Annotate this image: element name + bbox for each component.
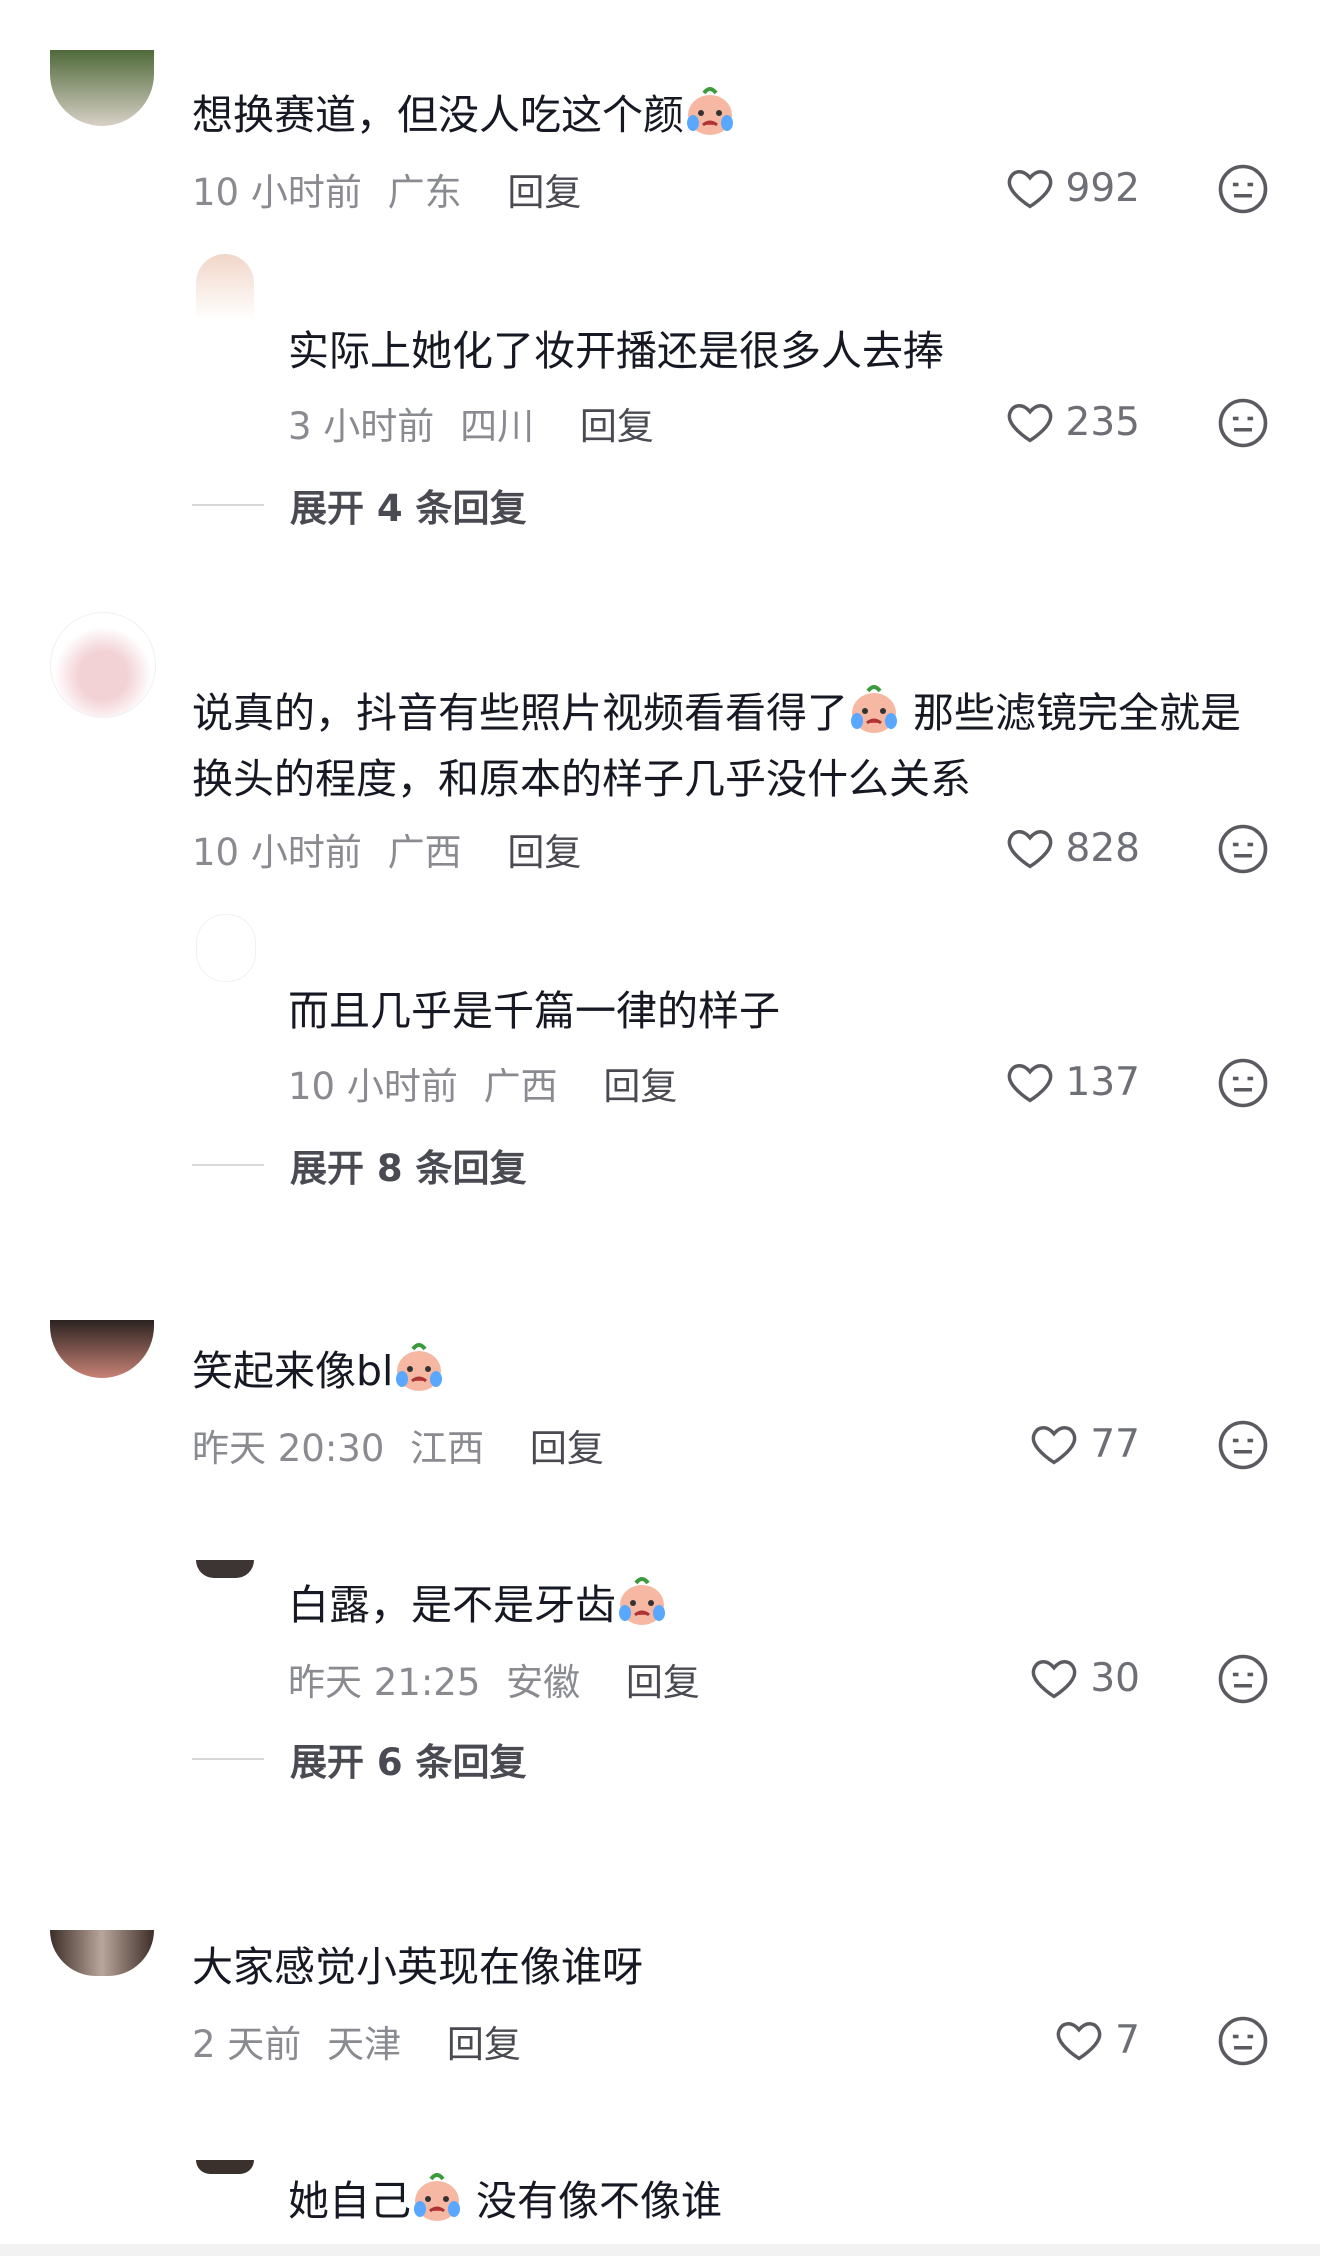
like-count: 992 bbox=[1065, 165, 1140, 211]
region: 四川 bbox=[460, 405, 535, 448]
comment-text: 而且几乎是千篇一律的样子 bbox=[288, 987, 780, 1035]
expand-label: 展开 4 条回复 bbox=[290, 487, 527, 530]
expand-replies-button[interactable]: 展开 6 条回复 bbox=[192, 1732, 527, 1786]
comment-meta: 10 小时前 广东 回复 bbox=[192, 162, 581, 216]
comment-meta: 2 天前 天津 回复 bbox=[192, 2014, 521, 2068]
heart-outline-icon bbox=[1032, 1660, 1077, 1699]
crying-face-emoji bbox=[687, 87, 733, 135]
heart-outline-icon bbox=[1007, 1064, 1052, 1103]
reply-button[interactable]: 回复 bbox=[507, 171, 581, 214]
like-count: 137 bbox=[1065, 1059, 1140, 1105]
heart-outline-icon bbox=[1056, 2022, 1102, 2061]
reply-button[interactable]: 回复 bbox=[603, 1065, 677, 1108]
avatar[interactable] bbox=[50, 50, 154, 126]
comment-text: 笑起来像bl bbox=[192, 1338, 445, 1404]
like-button[interactable]: 77 bbox=[980, 1414, 1140, 1474]
divider bbox=[192, 1758, 264, 1760]
region: 广东 bbox=[387, 171, 462, 214]
meh-face-icon[interactable] bbox=[1216, 1418, 1270, 1472]
comment-text: 实际上她化了妆开播还是很多人去捧 bbox=[288, 327, 944, 375]
like-count: 7 bbox=[1115, 2017, 1140, 2063]
like-button[interactable]: 828 bbox=[980, 818, 1140, 878]
meh-face-icon[interactable] bbox=[1216, 822, 1270, 876]
comment-text: 她自己 没有像不像谁 bbox=[288, 2168, 722, 2234]
expand-replies-button[interactable]: 展开 8 条回复 bbox=[192, 1138, 527, 1192]
meh-face-icon[interactable] bbox=[1216, 396, 1270, 450]
avatar[interactable] bbox=[50, 612, 156, 718]
like-button[interactable]: 30 bbox=[980, 1648, 1140, 1708]
comment-meta: 10 小时前 广西 回复 bbox=[192, 822, 581, 876]
comment-text: 白露，是不是牙齿 bbox=[288, 1572, 668, 1638]
timestamp: 10 小时前 bbox=[288, 1065, 458, 1108]
heart-outline-icon bbox=[1032, 1426, 1077, 1465]
like-button[interactable]: 137 bbox=[980, 1052, 1140, 1112]
timestamp: 昨天 21:25 bbox=[288, 1661, 481, 1704]
meh-face-icon[interactable] bbox=[1216, 2014, 1270, 2068]
comment-text-line2: 换头的程度，和原本的样子几乎没什么关系 bbox=[192, 755, 971, 803]
meh-face-icon[interactable] bbox=[1216, 162, 1270, 216]
reply-button[interactable]: 回复 bbox=[447, 2023, 521, 2066]
heart-outline-icon bbox=[1007, 170, 1052, 209]
expand-label: 展开 8 条回复 bbox=[290, 1147, 527, 1190]
region: 广西 bbox=[387, 831, 462, 874]
avatar[interactable] bbox=[196, 914, 256, 982]
crying-face-emoji bbox=[619, 1577, 665, 1625]
comment-text: 大家感觉小英现在像谁呀 bbox=[192, 1943, 643, 1991]
like-count: 828 bbox=[1065, 825, 1140, 871]
avatar[interactable] bbox=[50, 1320, 154, 1378]
comment-meta: 10 小时前 广西 回复 bbox=[288, 1056, 677, 1110]
timestamp: 昨天 20:30 bbox=[192, 1427, 385, 1470]
like-count: 77 bbox=[1090, 1421, 1140, 1467]
comment-text: 说真的，抖音有些照片视频看看得了 那些滤镜完全就是 bbox=[192, 680, 1241, 746]
comment-meta: 3 小时前 四川 回复 bbox=[288, 396, 654, 450]
heart-outline-icon bbox=[1007, 830, 1052, 869]
comment-meta: 昨天 21:25 安徽 回复 bbox=[288, 1652, 700, 1706]
meh-face-icon[interactable] bbox=[1216, 1652, 1270, 1706]
divider bbox=[192, 504, 264, 506]
like-count: 30 bbox=[1090, 1655, 1140, 1701]
like-button[interactable]: 7 bbox=[980, 2010, 1140, 2070]
avatar[interactable] bbox=[196, 1560, 254, 1578]
timestamp: 10 小时前 bbox=[192, 171, 362, 214]
region: 江西 bbox=[410, 1427, 485, 1470]
expand-replies-button[interactable]: 展开 4 条回复 bbox=[192, 478, 527, 532]
comment-text: 想换赛道，但没人吃这个颜 bbox=[192, 82, 736, 148]
avatar[interactable] bbox=[196, 2160, 254, 2174]
region: 安徽 bbox=[506, 1661, 581, 1704]
reply-button[interactable]: 回复 bbox=[507, 831, 581, 874]
reply-button[interactable]: 回复 bbox=[530, 1427, 604, 1470]
heart-outline-icon bbox=[1007, 404, 1052, 443]
region: 天津 bbox=[327, 2023, 402, 2066]
reply-button[interactable]: 回复 bbox=[626, 1661, 700, 1704]
crying-face-emoji bbox=[414, 2173, 460, 2221]
like-button[interactable]: 235 bbox=[980, 392, 1140, 452]
expand-label: 展开 6 条回复 bbox=[290, 1741, 527, 1784]
meh-face-icon[interactable] bbox=[1216, 1056, 1270, 1110]
divider bbox=[192, 1164, 264, 1166]
like-count: 235 bbox=[1065, 399, 1140, 445]
bottom-edge bbox=[0, 2244, 1320, 2256]
region: 广西 bbox=[483, 1065, 558, 1108]
avatar[interactable] bbox=[50, 1930, 154, 1976]
timestamp: 3 小时前 bbox=[288, 405, 435, 448]
like-button[interactable]: 992 bbox=[980, 158, 1140, 218]
timestamp: 2 天前 bbox=[192, 2023, 302, 2066]
crying-face-emoji bbox=[396, 1343, 443, 1391]
comment-meta: 昨天 20:30 江西 回复 bbox=[192, 1418, 604, 1472]
crying-face-emoji bbox=[851, 685, 897, 733]
timestamp: 10 小时前 bbox=[192, 831, 362, 874]
avatar[interactable] bbox=[196, 254, 254, 320]
reply-button[interactable]: 回复 bbox=[580, 405, 654, 448]
